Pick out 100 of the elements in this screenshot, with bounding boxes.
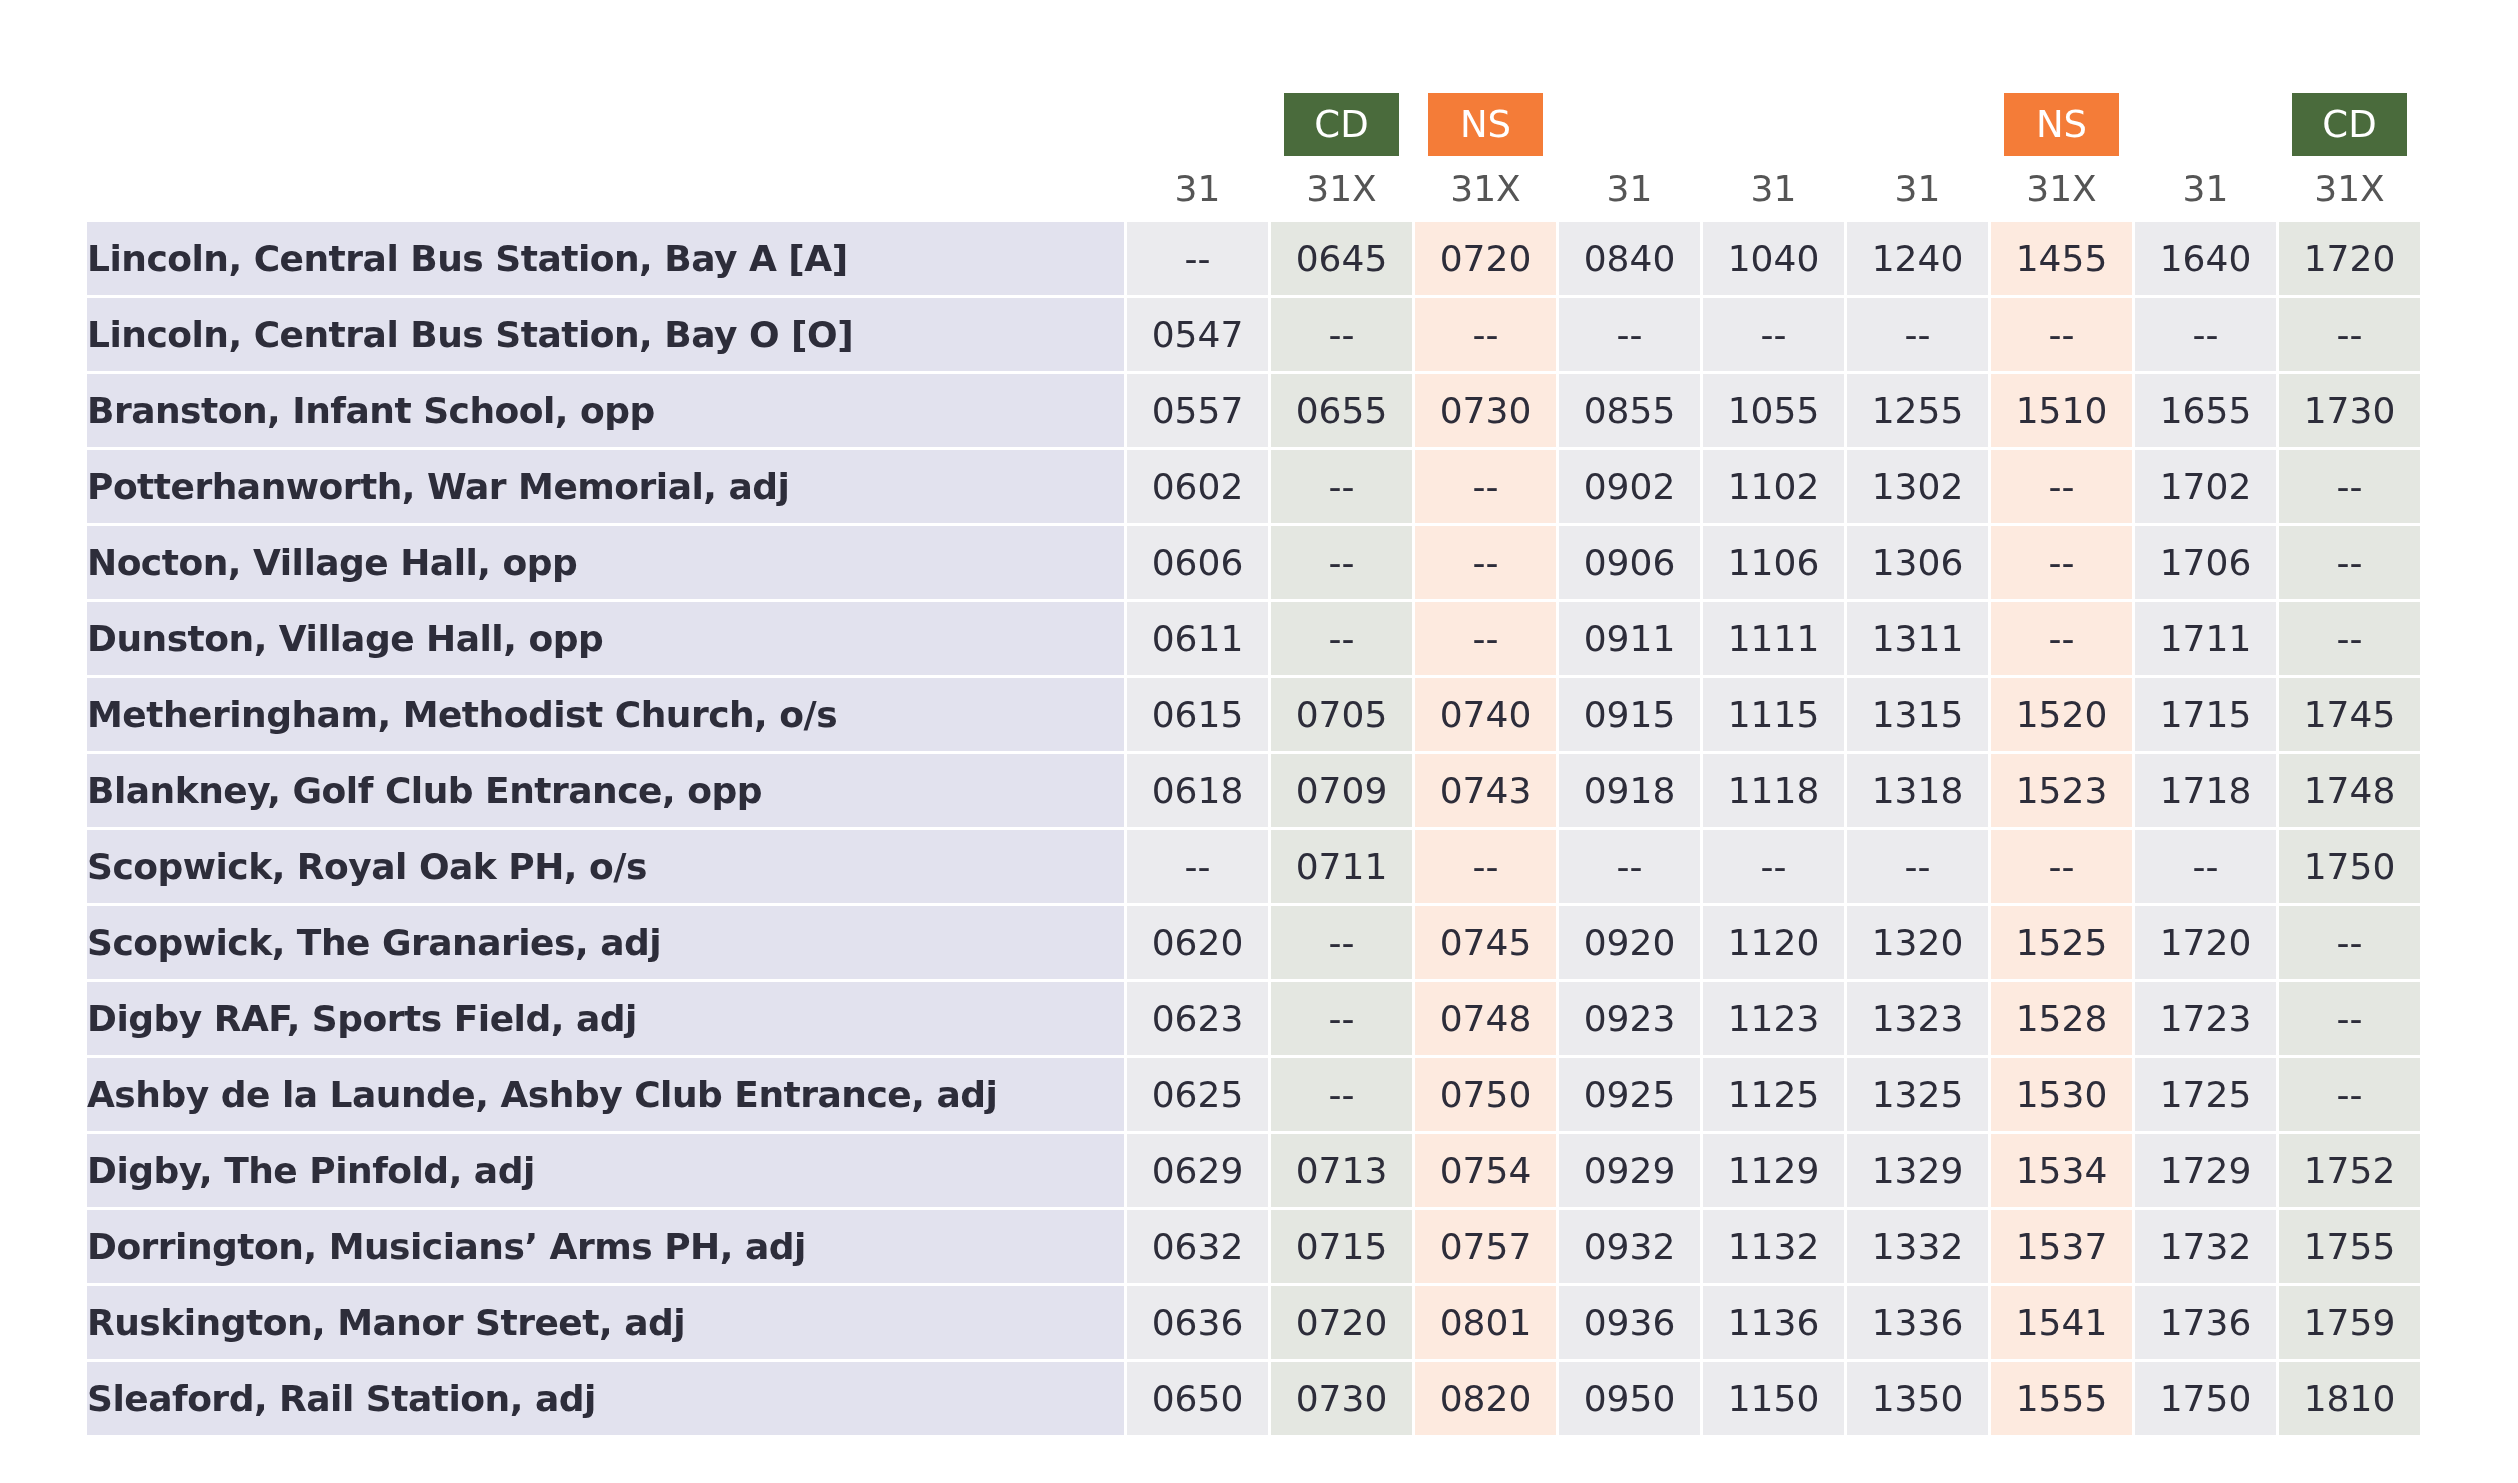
time-cell: 0655 [1271, 374, 1412, 447]
stop-name: Blankney, Golf Club Entrance, opp [87, 754, 1124, 827]
time-cell: 0754 [1415, 1134, 1556, 1207]
time-cell: 1102 [1703, 450, 1844, 523]
time-cell: 1730 [2279, 374, 2420, 447]
time-cell: 1323 [1847, 982, 1988, 1055]
time-cell: 0932 [1559, 1210, 1700, 1283]
time-cell: 0902 [1559, 450, 1700, 523]
route-number: 31 [1894, 167, 1941, 211]
time-cell: 1736 [2135, 1286, 2276, 1359]
time-cell: 1306 [1847, 526, 1988, 599]
time-cell: -- [1991, 602, 2132, 675]
time-cell: 0547 [1127, 298, 1268, 371]
route-number: 31 [1174, 167, 1221, 211]
time-cell: 0748 [1415, 982, 1556, 1055]
time-cell: 0636 [1127, 1286, 1268, 1359]
time-cell: 0820 [1415, 1362, 1556, 1435]
route-number: 31X [2314, 167, 2385, 211]
time-cell: 0923 [1559, 982, 1700, 1055]
time-cell: 0855 [1559, 374, 1700, 447]
time-cell: 1302 [1847, 450, 1988, 523]
time-cell: 1311 [1847, 602, 1988, 675]
stop-name: Potterhanworth, War Memorial, adj [87, 450, 1124, 523]
time-cell: 1750 [2279, 830, 2420, 903]
time-cell: 0602 [1127, 450, 1268, 523]
time-cell: -- [1415, 450, 1556, 523]
time-cell: -- [1991, 526, 2132, 599]
time-cell: 1715 [2135, 678, 2276, 751]
time-cell: 0750 [1415, 1058, 1556, 1131]
time-cell: 0720 [1271, 1286, 1412, 1359]
stop-name: Dunston, Village Hall, opp [87, 602, 1124, 675]
time-cell: 1315 [1847, 678, 1988, 751]
time-cell: -- [2279, 982, 2420, 1055]
time-cell: 1318 [1847, 754, 1988, 827]
time-cell: -- [1415, 526, 1556, 599]
time-cell: 1115 [1703, 678, 1844, 751]
time-cell: -- [1271, 450, 1412, 523]
time-cell: -- [1271, 906, 1412, 979]
time-cell: 0745 [1415, 906, 1556, 979]
time-cell: 1111 [1703, 602, 1844, 675]
time-cell: 1523 [1991, 754, 2132, 827]
time-cell: 1350 [1847, 1362, 1988, 1435]
stop-name: Ashby de la Launde, Ashby Club Entrance, adj [87, 1058, 1124, 1131]
time-cell: -- [1991, 830, 2132, 903]
time-cell: -- [1847, 298, 1988, 371]
time-cell: 0715 [1271, 1210, 1412, 1283]
time-cell: 1702 [2135, 450, 2276, 523]
time-cell: 0557 [1127, 374, 1268, 447]
time-cell: 1755 [2279, 1210, 2420, 1283]
time-cell: 1752 [2279, 1134, 2420, 1207]
time-cell: 1725 [2135, 1058, 2276, 1131]
time-cell: 0615 [1127, 678, 1268, 751]
stop-name: Ruskington, Manor Street, adj [87, 1286, 1124, 1359]
time-cell: 1320 [1847, 906, 1988, 979]
time-cell: 1759 [2279, 1286, 2420, 1359]
time-cell: 0705 [1271, 678, 1412, 751]
time-cell: 1530 [1991, 1058, 2132, 1131]
stop-name: Scopwick, The Granaries, adj [87, 906, 1124, 979]
time-cell: 1723 [2135, 982, 2276, 1055]
time-cell: 1810 [2279, 1362, 2420, 1435]
time-cell: 0840 [1559, 222, 1700, 295]
time-cell: 1455 [1991, 222, 2132, 295]
time-cell: 0730 [1271, 1362, 1412, 1435]
time-cell: 0645 [1271, 222, 1412, 295]
time-cell: 0720 [1415, 222, 1556, 295]
time-cell: 1720 [2279, 222, 2420, 295]
time-cell: -- [2279, 1058, 2420, 1131]
time-cell: 0915 [1559, 678, 1700, 751]
time-cell: -- [1271, 526, 1412, 599]
time-cell: -- [1415, 298, 1556, 371]
time-cell: 0625 [1127, 1058, 1268, 1131]
service-badge: NS [2004, 93, 2119, 156]
route-number: 31 [2182, 167, 2229, 211]
time-cell: 0618 [1127, 754, 1268, 827]
time-cell: -- [2279, 602, 2420, 675]
time-cell: 1129 [1703, 1134, 1844, 1207]
time-cell: 1655 [2135, 374, 2276, 447]
time-cell: -- [1271, 982, 1412, 1055]
time-cell: 0730 [1415, 374, 1556, 447]
route-number: 31 [1606, 167, 1653, 211]
time-cell: -- [1415, 830, 1556, 903]
time-cell: 1520 [1991, 678, 2132, 751]
stop-name: Branston, Infant School, opp [87, 374, 1124, 447]
time-cell: 1255 [1847, 374, 1988, 447]
time-cell: -- [1271, 298, 1412, 371]
time-cell: 1510 [1991, 374, 2132, 447]
time-cell: 1748 [2279, 754, 2420, 827]
time-cell: -- [1127, 830, 1268, 903]
time-cell: 0950 [1559, 1362, 1700, 1435]
stop-name: Digby, The Pinfold, adj [87, 1134, 1124, 1207]
time-cell: 0925 [1559, 1058, 1700, 1131]
time-cell: -- [1991, 298, 2132, 371]
time-cell: 1537 [1991, 1210, 2132, 1283]
time-cell: -- [1559, 830, 1700, 903]
time-cell: 1534 [1991, 1134, 2132, 1207]
time-cell: 0629 [1127, 1134, 1268, 1207]
time-cell: 1711 [2135, 602, 2276, 675]
time-cell: 1525 [1991, 906, 2132, 979]
stop-name: Metheringham, Methodist Church, o/s [87, 678, 1124, 751]
time-cell: 0650 [1127, 1362, 1268, 1435]
